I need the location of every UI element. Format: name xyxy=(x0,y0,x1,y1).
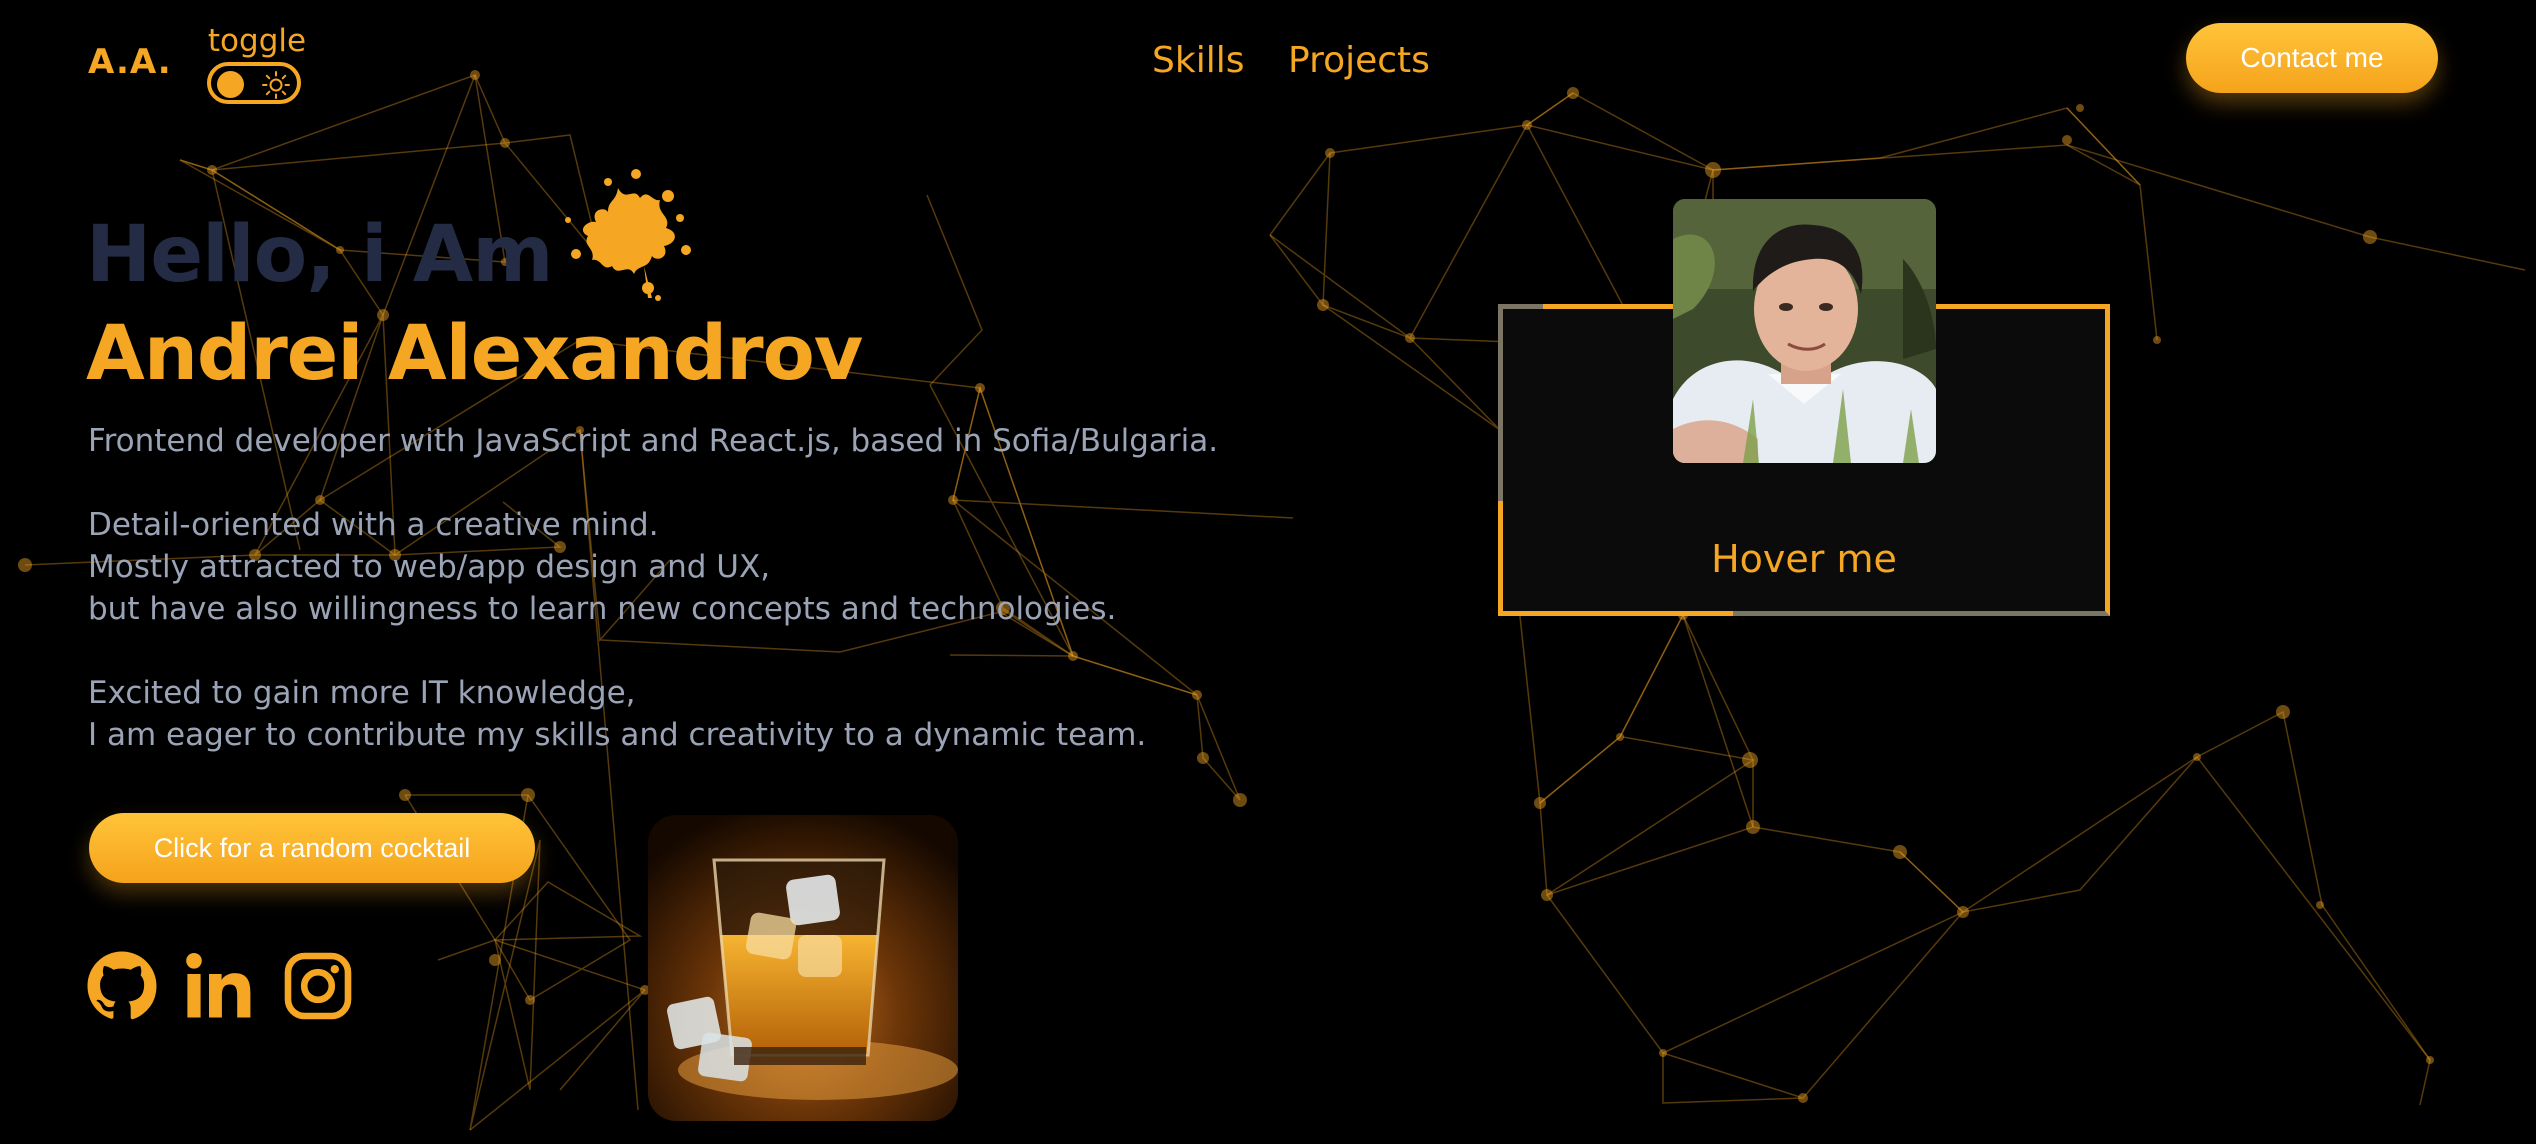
bio-line: I am eager to contribute my skills and c… xyxy=(88,717,1147,753)
bio-line: Mostly attracted to web/app design and U… xyxy=(88,549,771,585)
contact-button[interactable]: Contact me xyxy=(2186,23,2438,93)
bio-traits: Detail-oriented with a creative mind. Mo… xyxy=(88,504,1116,630)
paint-splash-icon xyxy=(565,169,691,301)
sun-icon xyxy=(262,71,290,99)
github-icon[interactable] xyxy=(86,950,158,1022)
greeting: Hello, i Am xyxy=(86,210,554,300)
instagram-icon[interactable] xyxy=(282,950,354,1022)
toggle-knob xyxy=(217,71,244,98)
linkedin-icon[interactable] xyxy=(182,950,254,1022)
bio-line: Excited to gain more IT knowledge, xyxy=(88,675,636,711)
theme-toggle[interactable]: toggle xyxy=(207,22,307,104)
page: A.A. toggle Skills Projects Contact me H… xyxy=(0,0,2536,1144)
hover-me-label: Hover me xyxy=(1711,537,1897,581)
logo[interactable]: A.A. xyxy=(88,42,172,82)
hero-name: Andrei Alexandrov xyxy=(86,308,863,397)
bio-intro: Frontend developer with JavaScript and R… xyxy=(88,420,1218,462)
random-cocktail-button[interactable]: Click for a random cocktail xyxy=(89,813,535,883)
profile-photo xyxy=(1673,199,1936,463)
bio-line: Frontend developer with JavaScript and R… xyxy=(88,423,1219,459)
bio-line: Detail-oriented with a creative mind. xyxy=(88,507,659,543)
bio-goals: Excited to gain more IT knowledge, I am … xyxy=(88,672,1146,756)
nav-skills[interactable]: Skills xyxy=(1152,40,1244,81)
cocktail-image xyxy=(648,815,958,1121)
nav-projects[interactable]: Projects xyxy=(1288,40,1430,81)
toggle-switch[interactable] xyxy=(207,62,301,104)
toggle-label: toggle xyxy=(207,23,307,59)
bio-line: but have also willingness to learn new c… xyxy=(88,591,1117,627)
